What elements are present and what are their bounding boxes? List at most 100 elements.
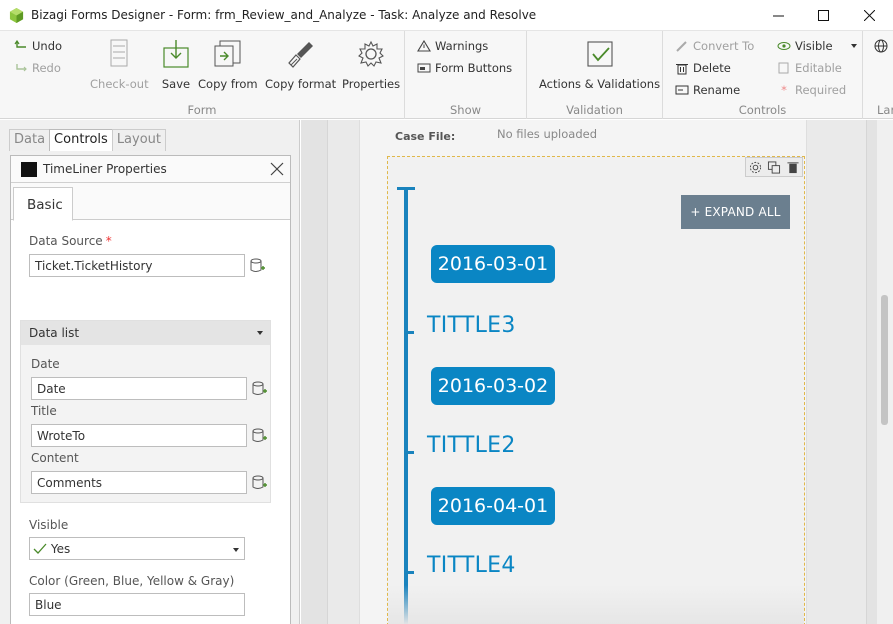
maximize-button[interactable] <box>800 0 846 31</box>
undo-icon <box>14 40 26 48</box>
content-label: Content <box>31 451 79 465</box>
show-group: Warnings Form Buttons Show <box>405 31 527 119</box>
timeline-date[interactable]: 2016-03-01 <box>431 245 555 283</box>
case-file-label: Case File: <box>395 130 456 143</box>
visible-label: Visible <box>29 518 69 532</box>
redo-button[interactable]: Redo <box>14 61 61 75</box>
eye-icon <box>777 42 791 50</box>
server-icon <box>110 39 128 67</box>
visible-dropdown[interactable]: Visible <box>777 39 857 53</box>
globe-icon[interactable] <box>874 39 888 53</box>
tab-controls[interactable]: Controls <box>49 129 113 151</box>
expand-all-button[interactable]: + EXPAND ALL <box>681 195 790 229</box>
timeline-title[interactable]: TITTLE3 <box>427 313 516 338</box>
timeline-tick <box>404 451 414 454</box>
properties-button[interactable]: Properties <box>342 37 400 91</box>
date-label: Date <box>31 357 60 371</box>
actions-validations-button[interactable]: Actions & Validations <box>539 37 660 91</box>
controls-group: Convert To Delete Rename Visible Editabl… <box>663 31 863 119</box>
close-window-button[interactable] <box>846 0 892 31</box>
close-icon <box>863 10 875 21</box>
trash-icon[interactable] <box>787 161 799 174</box>
visible-select[interactable]: Yes <box>29 537 245 560</box>
properties-title: TimeLiner Properties <box>43 162 167 176</box>
copy-format-button[interactable]: Copy format <box>265 37 336 91</box>
color-label: Color (Green, Blue, Yellow & Gray) <box>29 574 235 588</box>
properties-subtabs: Basic <box>11 183 290 221</box>
chevron-down-icon <box>233 548 239 552</box>
trash-icon <box>676 63 688 74</box>
database-add-icon[interactable] <box>252 428 268 444</box>
delete-button[interactable]: Delete <box>675 61 731 75</box>
save-icon <box>163 40 189 68</box>
timeline-date[interactable]: 2016-03-02 <box>431 367 555 405</box>
left-panel: Data Controls Layout TimeLiner Propertie… <box>0 120 300 624</box>
scrollbar-thumb[interactable] <box>881 295 888 425</box>
case-file-value: No files uploaded <box>497 127 597 141</box>
database-add-icon[interactable] <box>252 381 268 397</box>
form-canvas: Case File: No files uploaded + EXPAND AL… <box>301 120 893 624</box>
copy-icon[interactable] <box>767 160 781 174</box>
tab-basic[interactable]: Basic <box>13 187 73 221</box>
undo-button[interactable]: Undo <box>14 39 62 53</box>
redo-icon <box>16 64 27 72</box>
timeliner-control[interactable]: + EXPAND ALL 2016-03-01 TITTLE3 2016-03-… <box>387 156 805 624</box>
panel-tabs: Data Controls Layout <box>9 129 167 151</box>
copy-from-icon <box>214 40 241 67</box>
warnings-toggle[interactable]: Warnings <box>417 39 488 53</box>
canvas-scrollbar[interactable] <box>877 120 893 624</box>
brush-icon <box>287 42 313 68</box>
bizagi-logo-icon <box>9 8 24 23</box>
database-add-icon[interactable] <box>250 258 266 274</box>
data-list-section: Data list Date Date Title WroteTo Conten… <box>20 320 271 503</box>
timeline-tick <box>404 331 414 334</box>
database-add-icon[interactable] <box>252 475 268 491</box>
language-group: Lar <box>863 31 893 119</box>
timeline-tick <box>404 571 414 574</box>
chevron-down-icon <box>257 331 263 335</box>
timeline-title[interactable]: TITTLE2 <box>427 433 516 458</box>
warning-icon <box>417 40 431 52</box>
checkout-button[interactable]: Check-out <box>90 37 149 91</box>
data-source-label: Data Source * <box>29 234 112 248</box>
date-input[interactable]: Date <box>31 377 247 400</box>
validation-group: Actions & Validations Validation <box>527 31 663 119</box>
title-input[interactable]: WroteTo <box>31 424 247 447</box>
form-buttons-toggle[interactable]: Form Buttons <box>417 61 512 75</box>
checkmark-icon <box>33 543 47 554</box>
minimize-button[interactable] <box>755 0 801 31</box>
rename-icon <box>675 85 689 95</box>
tab-data[interactable]: Data <box>9 129 51 151</box>
edit-icon <box>778 62 789 74</box>
timeline-fade <box>388 585 804 624</box>
chevron-down-icon <box>850 44 857 48</box>
convert-to-button[interactable]: Convert To <box>675 39 754 53</box>
close-icon[interactable] <box>268 160 286 178</box>
content-input[interactable]: Comments <box>31 471 247 494</box>
title-label: Title <box>31 404 57 418</box>
gear-icon <box>358 40 384 67</box>
required-toggle[interactable]: * Required <box>777 83 846 97</box>
editable-toggle[interactable]: Editable <box>777 61 842 75</box>
data-source-input[interactable]: Ticket.TicketHistory <box>29 254 245 277</box>
gear-icon[interactable] <box>749 161 762 174</box>
data-list-header[interactable]: Data list <box>21 321 270 345</box>
minimize-icon <box>772 15 784 17</box>
control-toolbar <box>745 157 803 177</box>
timeline-date[interactable]: 2016-04-01 <box>431 487 555 525</box>
wrench-icon <box>676 41 687 52</box>
tab-layout[interactable]: Layout <box>111 129 167 151</box>
properties-header: TimeLiner Properties <box>11 156 290 183</box>
color-input[interactable]: Blue <box>29 593 245 616</box>
asterisk-icon: * <box>781 83 787 97</box>
timeline-axis <box>404 187 408 624</box>
form-group: Undo Redo Check-out Save Copy from Copy … <box>0 31 405 119</box>
copy-from-button[interactable]: Copy from <box>198 37 258 91</box>
required-asterisk: * <box>105 234 112 248</box>
save-button[interactable]: Save <box>159 37 193 91</box>
timeline-title[interactable]: TITTLE4 <box>427 553 516 578</box>
checkbox-check-icon <box>586 41 613 67</box>
rename-button[interactable]: Rename <box>675 83 740 97</box>
title-bar: Bizagi Forms Designer - Form: frm_Review… <box>0 0 893 31</box>
ribbon: Undo Redo Check-out Save Copy from Copy … <box>0 31 893 119</box>
